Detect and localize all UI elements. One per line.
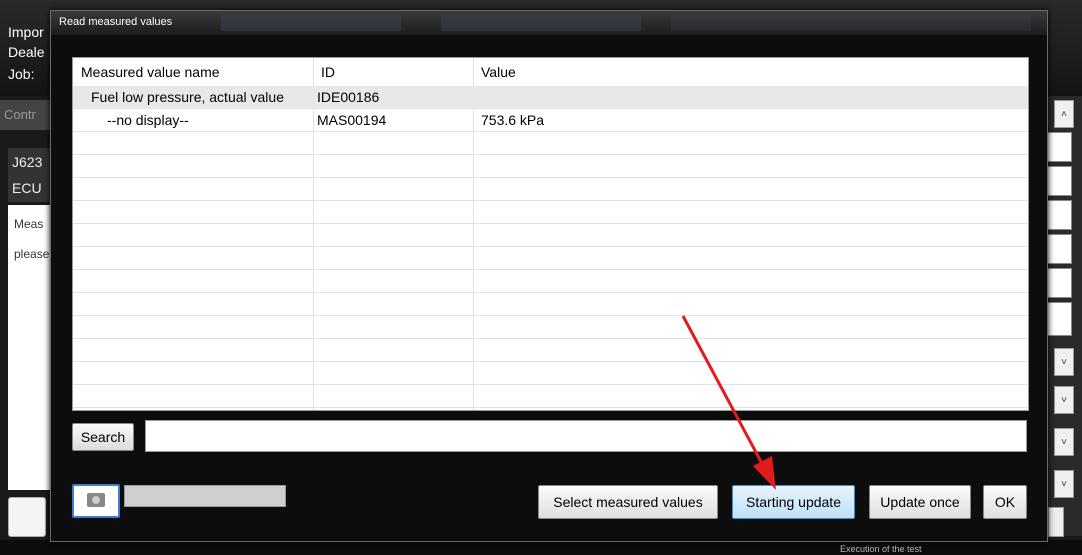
table-row-empty bbox=[73, 132, 1028, 155]
table-row-empty bbox=[73, 247, 1028, 270]
title-blurred-image bbox=[671, 15, 1031, 31]
table-row-empty bbox=[73, 316, 1028, 339]
bg-right-cell bbox=[1046, 166, 1072, 196]
bg-scroll-down-icon[interactable]: ˅ bbox=[1054, 348, 1074, 376]
bg-right-cell bbox=[1046, 234, 1072, 264]
select-measured-values-button[interactable]: Select measured values bbox=[538, 485, 718, 519]
bg-right-cell bbox=[1046, 302, 1072, 336]
column-header-name[interactable]: Measured value name bbox=[73, 58, 313, 86]
dialog-titlebar[interactable]: Read measured values bbox=[51, 11, 1047, 35]
table-row-empty bbox=[73, 362, 1028, 385]
bg-right-box bbox=[1048, 507, 1064, 537]
table-row-empty bbox=[73, 339, 1028, 362]
row-name: Fuel low pressure, actual value bbox=[91, 89, 284, 105]
bg-document-button[interactable] bbox=[8, 497, 46, 537]
bg-scroll-down-icon[interactable]: ˅ bbox=[1054, 470, 1074, 498]
row-value: 753.6 kPa bbox=[481, 112, 545, 128]
table-row-empty bbox=[73, 178, 1028, 201]
bg-label-import: Impor bbox=[8, 24, 44, 40]
bg-left-panel-text-2: please bbox=[14, 247, 50, 261]
row-name: --no display-- bbox=[107, 112, 189, 128]
title-blurred-field bbox=[441, 15, 641, 31]
bg-left-panel-text-1: Meas bbox=[14, 217, 44, 231]
table-row-empty bbox=[73, 270, 1028, 293]
table-row-empty bbox=[73, 385, 1028, 408]
table-row-empty bbox=[73, 224, 1028, 247]
bg-right-cell bbox=[1046, 200, 1072, 230]
bg-scroll-down-icon[interactable]: ˅ bbox=[1054, 428, 1074, 456]
read-measured-values-dialog: Read measured values Measured value name… bbox=[50, 10, 1048, 542]
bg-status-text: Execution of the test bbox=[840, 544, 922, 554]
bg-right-cell bbox=[1046, 268, 1072, 298]
bg-label-job: Job: bbox=[8, 66, 35, 82]
row-id: MAS00194 bbox=[317, 112, 387, 128]
row-id: IDE00186 bbox=[317, 89, 380, 105]
starting-update-button[interactable]: Starting update bbox=[732, 485, 855, 519]
column-header-value[interactable]: Value bbox=[473, 58, 1028, 86]
dialog-title: Read measured values bbox=[59, 16, 173, 28]
table-row-empty bbox=[73, 155, 1028, 178]
ok-button[interactable]: OK bbox=[983, 485, 1027, 519]
table-row-empty bbox=[73, 293, 1028, 316]
column-header-id[interactable]: ID bbox=[313, 58, 473, 86]
table-row[interactable]: --no display-- MAS00194 753.6 kPa bbox=[73, 109, 1028, 132]
search-button[interactable]: Search bbox=[72, 423, 134, 451]
bg-scroll-down-icon[interactable]: ˅ bbox=[1054, 386, 1074, 414]
measured-values-table: Measured value name ID Value Fuel low pr… bbox=[72, 57, 1029, 411]
bg-right-cell bbox=[1046, 132, 1072, 162]
screenshot-button[interactable] bbox=[72, 484, 120, 518]
search-input[interactable] bbox=[145, 420, 1027, 452]
update-once-button[interactable]: Update once bbox=[869, 485, 971, 519]
progress-bar bbox=[124, 485, 286, 507]
bg-scroll-up-icon[interactable]: ˄ bbox=[1054, 100, 1074, 128]
table-row-empty bbox=[73, 201, 1028, 224]
camera-lens bbox=[92, 496, 100, 504]
table-row-group[interactable]: Fuel low pressure, actual value IDE00186 bbox=[73, 86, 1028, 109]
title-blurred-field bbox=[221, 15, 401, 31]
bg-label-dealer: Deale bbox=[8, 44, 45, 60]
